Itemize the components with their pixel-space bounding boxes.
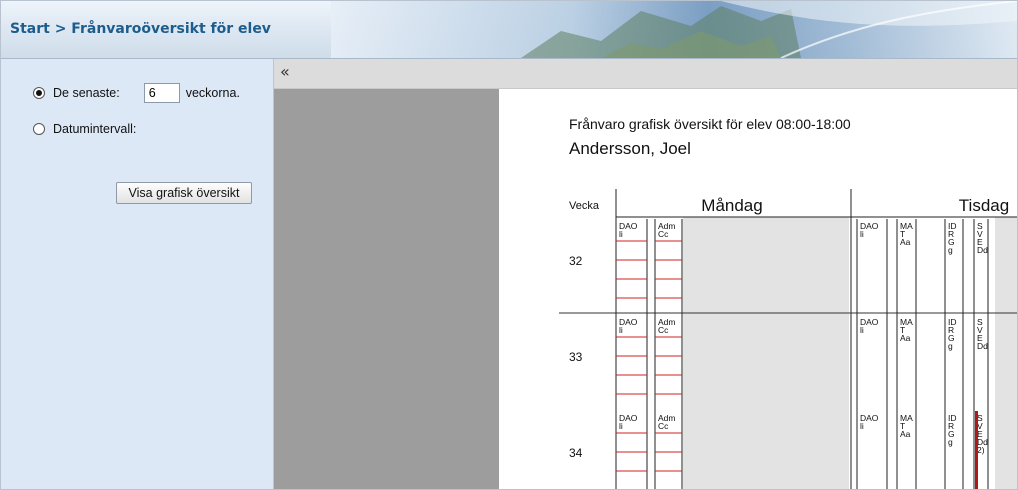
report-margin (274, 89, 499, 489)
tue-w32-lesson-3-text: g (948, 245, 953, 255)
header-banner: Start > Frånvaroöversikt för elev (1, 1, 1017, 59)
tue-w33-lesson-3-text: g (948, 341, 953, 351)
mon-w33-lesson-2-text: Cc (658, 325, 669, 335)
tue-w32-lesson-4-text: Dd (977, 245, 988, 255)
week-label-34: 34 (569, 446, 583, 460)
weeks-count-input[interactable] (143, 83, 180, 103)
tue-w34-lesson-4-text: 2) (977, 445, 985, 455)
tue-w33-lesson-4-text: Dd (977, 341, 988, 351)
tue-w34-lesson-3-text: g (948, 437, 953, 447)
recent-weeks-label: De senaste: (53, 86, 120, 100)
tuesday-free-time-shade (995, 217, 1017, 489)
date-interval-radio[interactable] (33, 123, 45, 135)
week-label-33: 33 (569, 350, 583, 364)
day-header-tuesday: Tisdag (959, 196, 1009, 215)
option-recent-weeks: De senaste: veckorna. (33, 83, 240, 103)
mon-w32-lesson-1-text: li (619, 229, 623, 239)
monday-free-time-shade (683, 217, 849, 489)
collapse-panel-icon[interactable]: « (280, 62, 290, 81)
day-header-monday: Måndag (701, 196, 762, 215)
mon-w34-lesson-1-text: li (619, 421, 623, 431)
filter-panel: De senaste: veckorna. Datumintervall: Vi… (1, 59, 274, 489)
option-date-interval: Datumintervall: (33, 122, 136, 136)
week-column-header: Vecka (569, 200, 600, 212)
mon-w34-lesson-2-text: Cc (658, 421, 669, 431)
tue-w34-lesson-2-text: Aa (900, 429, 911, 439)
mon-w33-lesson-1-text: li (619, 325, 623, 335)
window: Start > Frånvaroöversikt för elev De sen… (0, 0, 1018, 490)
week-label-32: 32 (569, 254, 583, 268)
tue-w32-lesson-1-text: li (860, 229, 864, 239)
tue-w33-lesson-2-text: Aa (900, 333, 911, 343)
tue-w33-lesson-1-text: li (860, 325, 864, 335)
tue-w32-lesson-2-text: Aa (900, 237, 911, 247)
breadcrumb: Start > Frånvaroöversikt för elev (10, 21, 271, 37)
date-interval-label: Datumintervall: (53, 122, 137, 136)
report-area: Frånvaro grafisk översikt för elev 08:00… (499, 89, 1017, 489)
show-graphic-overview-button[interactable]: Visa grafisk översikt (116, 182, 252, 204)
collapse-bar: « (274, 59, 1017, 89)
mon-w32-lesson-2-text: Cc (658, 229, 669, 239)
absence-grid: Vecka Måndag Tisdag323334DAOliAdmCcDAOliMA… (559, 189, 1017, 489)
recent-weeks-radio[interactable] (33, 87, 45, 99)
tue-w34-lesson-1-text: li (860, 421, 864, 431)
weeks-suffix-label: veckorna. (185, 86, 240, 100)
tue-w34-lesson-4-absence-bar (975, 411, 978, 489)
